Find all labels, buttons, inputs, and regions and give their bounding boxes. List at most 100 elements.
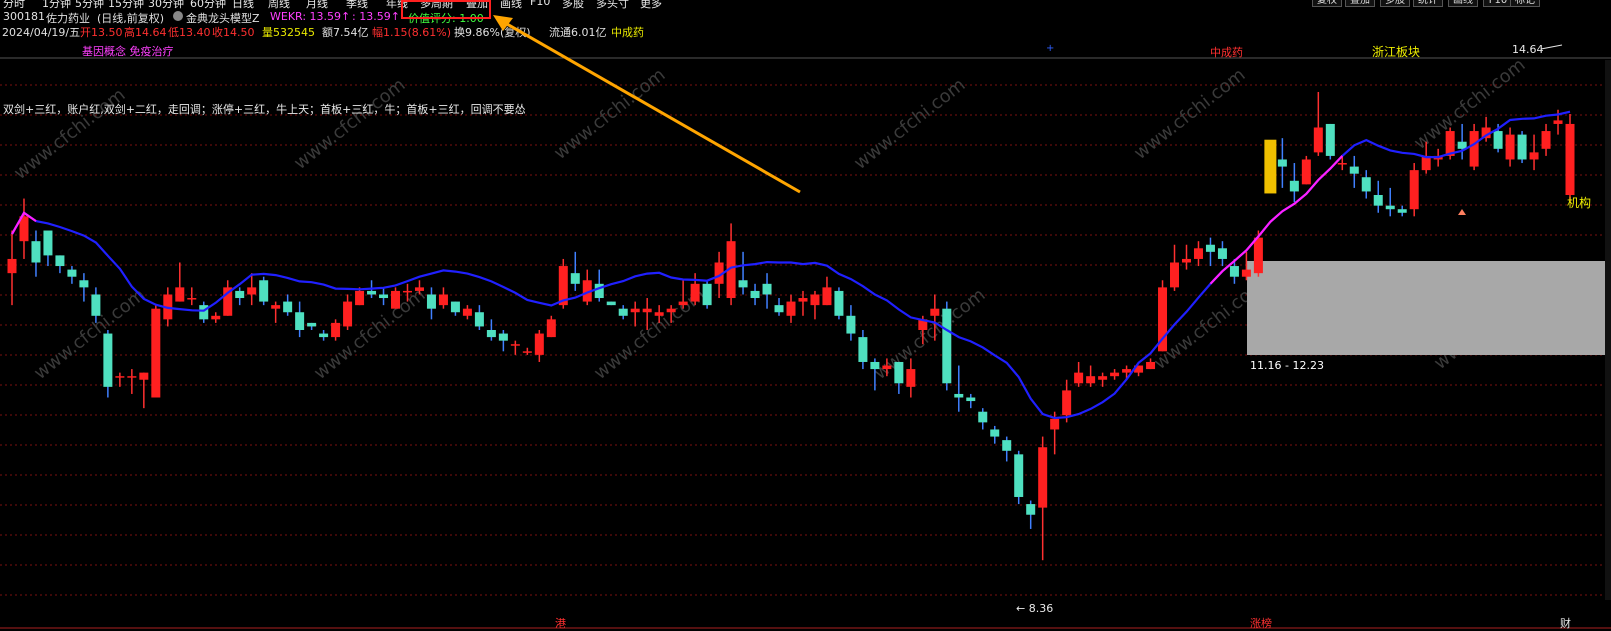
- candle-body: [103, 333, 113, 387]
- candle-body: [1205, 244, 1215, 252]
- candle-body: [1457, 141, 1467, 149]
- strategy-note: 双剑+三红，账户红,双剑+二红，走回调；涨停+三红，牛上天；首板+三红，牛；首板…: [3, 102, 526, 116]
- small-up-marker: [1458, 209, 1466, 215]
- blue-plus-mark: +: [1046, 43, 1054, 54]
- bottom-tag-zhangbang: 涨榜: [1250, 616, 1272, 630]
- high-mark-arrow: [1540, 44, 1563, 50]
- high-price-mark: 14.64: [1512, 43, 1544, 56]
- candle-body: [1325, 123, 1335, 156]
- candle-body: [942, 308, 952, 384]
- candle-body: [738, 280, 748, 288]
- candle-body: [810, 294, 820, 306]
- candle-body: [7, 258, 17, 274]
- candle-body: [1170, 262, 1180, 288]
- candle-body: [391, 290, 401, 309]
- candle-body: [786, 301, 796, 316]
- candle-body: [690, 283, 700, 302]
- candle-body: [115, 376, 125, 378]
- candle-body: [894, 361, 904, 384]
- candle-body: [1553, 120, 1563, 124]
- candle-body: [1493, 131, 1503, 149]
- candle-body: [319, 333, 329, 338]
- candle-body: [1241, 269, 1251, 277]
- candle-body: [1397, 209, 1407, 213]
- candle-body: [367, 290, 377, 295]
- bottom-tag-gang: 港: [555, 617, 566, 630]
- candle-body: [1469, 131, 1479, 167]
- region-tag: 浙江板块: [1372, 45, 1420, 59]
- candle-body: [247, 287, 257, 295]
- concept-tags: 基因概念 免疫治疗: [82, 44, 174, 58]
- candle-body: [774, 305, 784, 313]
- candle-body: [1385, 205, 1395, 210]
- candle-body: [307, 322, 317, 327]
- bottom-tag-cai: 财: [1560, 616, 1571, 630]
- candle-body: [1217, 248, 1227, 259]
- candle-body: [211, 315, 221, 320]
- candle-body: [1074, 372, 1084, 384]
- pointer-arrow-line: [499, 18, 801, 194]
- kline-chart[interactable]: www.cfchi.com www.cfchi.com www.cfchi.com w…: [0, 0, 1611, 631]
- candle-body: [402, 290, 412, 293]
- candle-body: [1373, 195, 1383, 206]
- watermark-text: www.cfchi.com: [10, 84, 129, 184]
- candle-body: [187, 298, 197, 300]
- candle-body: [1565, 123, 1575, 195]
- vertical-scrollbar[interactable]: [1605, 60, 1611, 600]
- candle-body: [175, 287, 185, 302]
- candle-body: [1313, 127, 1323, 153]
- candle-body: [978, 411, 988, 423]
- candle-body: [1098, 376, 1108, 380]
- watermark-text: www.cfchi.com: [550, 64, 669, 164]
- candle-body: [678, 301, 688, 306]
- candle-body: [858, 337, 868, 362]
- candle-body: [474, 312, 484, 327]
- candle-body: [870, 361, 880, 370]
- institution-tag: 机构: [1567, 195, 1591, 210]
- candle-body: [295, 312, 305, 330]
- candle-body: [798, 298, 808, 302]
- candle-body: [654, 312, 664, 316]
- candle-body: [930, 308, 940, 316]
- candle-body: [1361, 177, 1371, 192]
- candle-body: [990, 429, 1000, 437]
- candle-body: [343, 301, 353, 327]
- candle-body: [426, 294, 436, 309]
- limit-up-candle: [1264, 139, 1277, 194]
- pointer-arrow-head: [493, 15, 513, 31]
- candle-body: [1301, 159, 1311, 185]
- candle-body: [966, 397, 976, 402]
- watermark-text: www.cfchi.com: [1130, 64, 1249, 164]
- candle-body: [1277, 159, 1287, 167]
- candle-body: [1529, 152, 1539, 160]
- candle-body: [762, 283, 772, 295]
- candle-body: [1193, 248, 1203, 259]
- candle-body: [1038, 447, 1048, 508]
- candle-body: [846, 315, 856, 334]
- candle-body: [331, 322, 341, 338]
- candle-body: [702, 283, 712, 306]
- candle-body: [1541, 131, 1551, 149]
- candle-body: [67, 269, 77, 277]
- candle-body: [151, 308, 161, 398]
- candle-body: [1409, 170, 1419, 210]
- candle-body: [498, 333, 508, 341]
- watermark-text: www.cfchi.com: [290, 74, 409, 174]
- sector-tag: 中成药: [1210, 46, 1243, 59]
- candle-body: [1002, 440, 1012, 451]
- candle-body: [594, 283, 604, 299]
- candle-body: [31, 241, 41, 263]
- candle-body: [450, 301, 460, 313]
- candle-body: [1086, 376, 1096, 384]
- candle-body: [1253, 237, 1263, 274]
- candle-body: [235, 290, 245, 299]
- candle-body: [1110, 372, 1120, 377]
- candle-body: [534, 333, 544, 355]
- candle-body: [882, 365, 892, 370]
- candle-body: [1505, 134, 1515, 160]
- candle-body: [462, 308, 472, 316]
- candle-body: [630, 308, 640, 313]
- candle-body: [906, 369, 916, 387]
- candle-body: [642, 308, 652, 313]
- candle-body: [1181, 258, 1191, 263]
